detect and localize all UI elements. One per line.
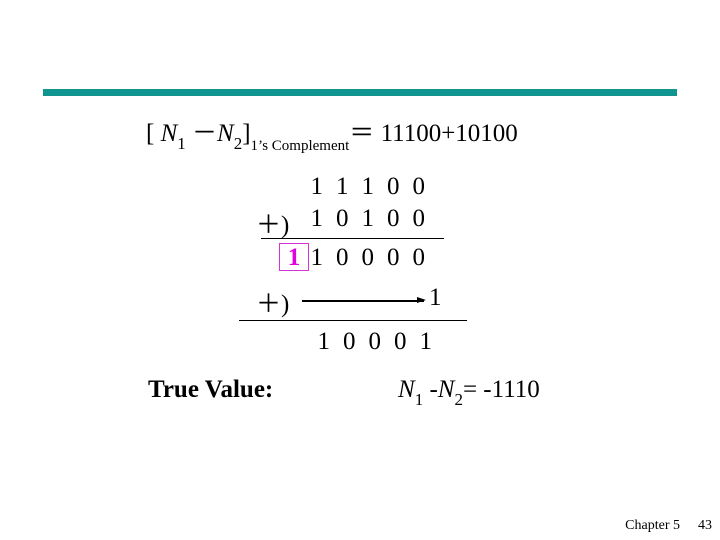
slide-footer: Chapter 5 43 [625,518,712,534]
n2-subscript: 2 [233,134,243,153]
digit: 1 [361,205,375,232]
digit: 1 [336,173,349,200]
operator-plus-1: ＋) [256,212,290,239]
open-bracket: [ [146,120,155,147]
minus-sign: － [192,120,218,147]
addend-row-2: 10100 [304,205,432,233]
n2-subscript: 2 [454,390,463,409]
result-row: 10001 [311,328,439,356]
equation-heading: [ N1 －N2]1’s Complement＝ 11100+10100 [146,113,518,154]
addend-row-1: 11100 [304,173,432,201]
true-value-label: True Value: [148,376,274,403]
digit: 0 [412,244,426,271]
digit: 0 [387,244,400,271]
digit: 0 [336,205,349,232]
digit: 0 [412,205,426,232]
digit: 1 [310,173,324,200]
minus-sign: - [423,376,438,403]
digit: 0 [412,173,426,200]
n1-subscript: 1 [177,134,186,153]
digit: 0 [368,328,382,355]
true-value-expression: N1 -N2= -1110 [398,376,540,409]
digit: 0 [336,244,349,271]
digit: 0 [387,173,400,200]
complement-subscript: 1’s Complement [250,138,350,154]
digit: 1 [317,328,331,355]
digit: 0 [394,328,407,355]
sum-line-1 [261,238,444,239]
close-bracket: ] [242,120,251,147]
operator-plus-2: ＋) [256,291,290,318]
sum-line-2 [239,320,467,321]
n2-variable: N [217,120,234,147]
equation-rhs: 11100+10100 [380,120,518,147]
end-around-carry-arrow [302,297,426,303]
digit: 1 [310,205,324,232]
digit: 0 [387,205,400,232]
end-around-carry-digit: 1 [429,284,442,311]
partial-sum-row: 10000 [304,244,432,272]
n2-variable: N [437,376,455,403]
digit: 1 [361,173,375,200]
page-number: 43 [698,518,712,533]
digit: 0 [361,244,375,271]
digit: 1 [310,244,324,271]
n1-variable: N [160,120,178,147]
digit: 1 [419,328,433,355]
n1-subscript: 1 [414,390,424,409]
header-rule [43,89,677,96]
n1-variable: N [398,376,415,403]
digit: 0 [343,328,356,355]
chapter-label: Chapter 5 [625,518,680,533]
true-value-result: = -1110 [462,376,540,403]
equals-sign: ＝ [349,120,375,147]
